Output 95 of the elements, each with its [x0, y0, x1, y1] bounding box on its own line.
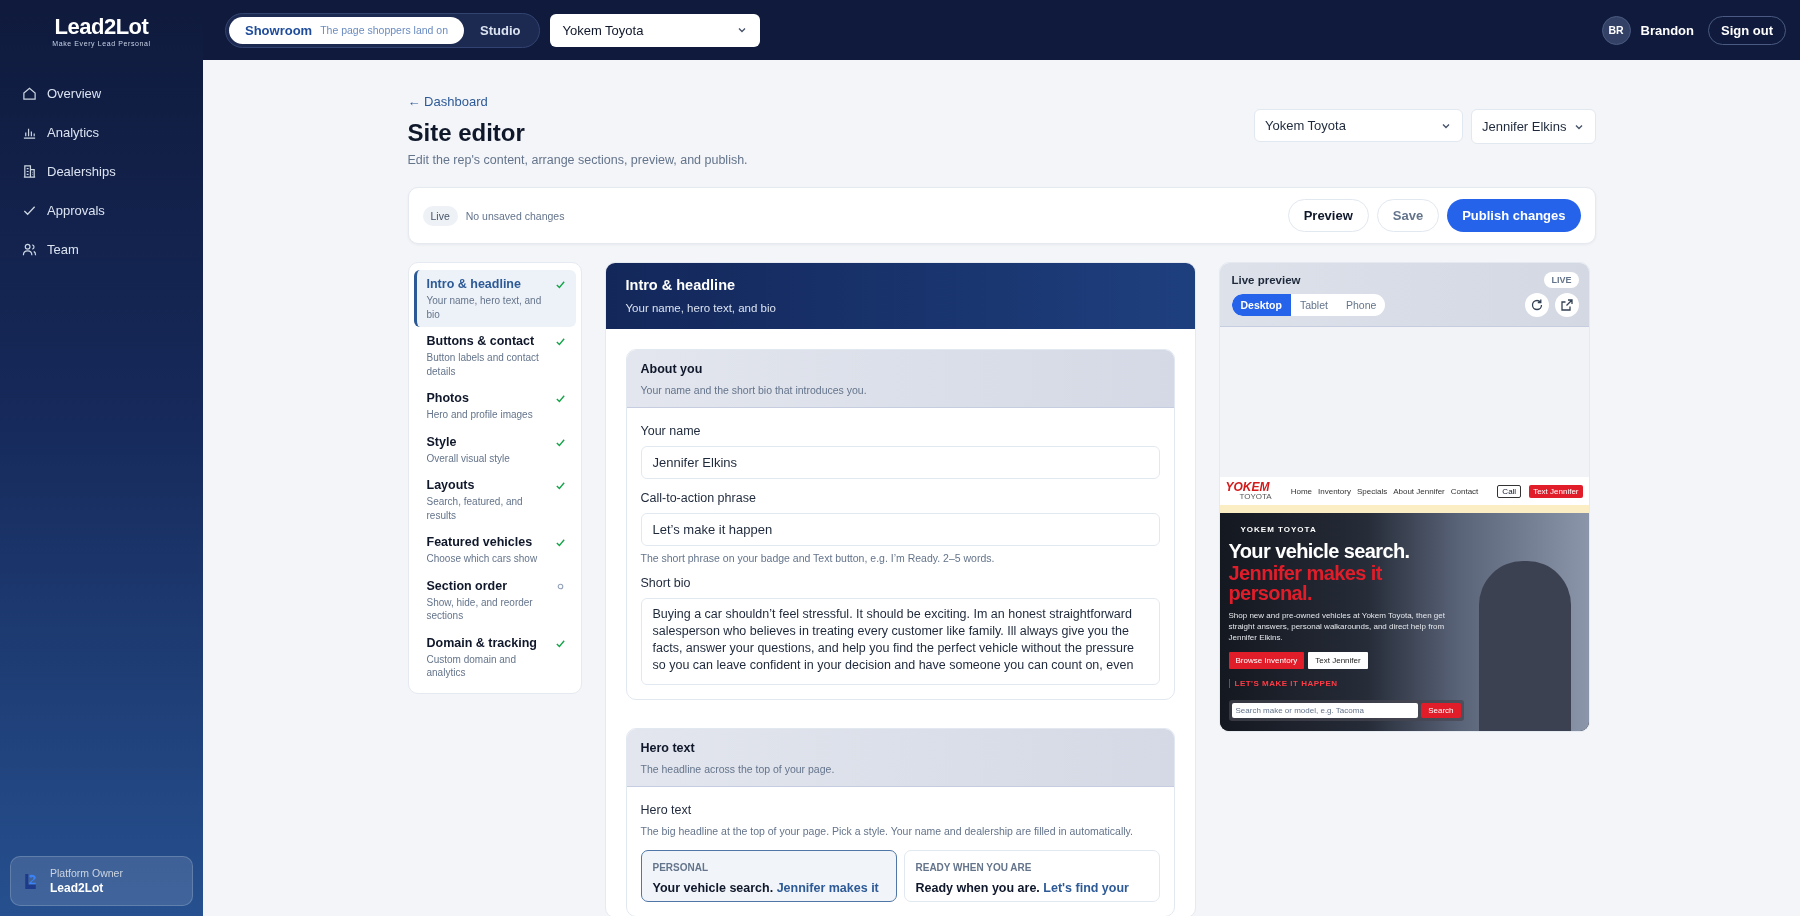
preview-title: Live preview: [1231, 274, 1301, 286]
save-button[interactable]: Save: [1376, 199, 1440, 232]
user-avatar[interactable]: BR: [1601, 15, 1631, 45]
section-item[interactable]: Style Overall visual style: [413, 427, 576, 471]
section-title: Layouts: [426, 478, 476, 492]
account-role: Platform Owner: [50, 867, 123, 879]
device-tab[interactable]: Phone: [1336, 294, 1386, 316]
field-label: Your name: [640, 424, 702, 438]
live-badge: LIVE: [1544, 272, 1579, 288]
logo-mark-icon: [23, 872, 38, 890]
user-name: Brandon: [1640, 22, 1694, 38]
section-title: Section order: [426, 578, 509, 593]
device-tab[interactable]: Tablet: [1290, 294, 1337, 316]
field-label: Short bio: [640, 576, 692, 590]
site-nav-link[interactable]: Contact: [1450, 486, 1479, 496]
preview-button[interactable]: Preview: [1287, 199, 1369, 232]
back-link[interactable]: ← Dashboard: [407, 94, 488, 109]
section-item[interactable]: Layouts Search, featured, and results: [413, 471, 576, 528]
refresh-icon: [1529, 298, 1544, 312]
section-item[interactable]: Intro & headline Your name, hero text, and bio: [413, 270, 576, 327]
section-item[interactable]: Featured vehicles Choose which cars show: [413, 528, 576, 572]
field-label: Call-to-action phrase: [640, 491, 757, 505]
field-help: The big headline at the top of your page. Pick a style. Your name and dealership are filled in automatically.: [640, 824, 1134, 837]
mode-tab[interactable]: Showroom The page shoppers land on: [229, 16, 465, 44]
refresh-button[interactable]: [1524, 293, 1549, 317]
hero-eyebrow: YOKEM TOYOTA: [1240, 525, 1318, 534]
brand-logo[interactable]: Lead2Lot: [54, 13, 149, 40]
section-title: Intro & headline: [426, 277, 522, 291]
section-title: Photos: [426, 391, 470, 405]
dealer-select[interactable]: Yokem Toyota: [550, 13, 761, 47]
rep-select[interactable]: Jennifer Elkins: [1470, 109, 1596, 144]
open-external-button[interactable]: [1554, 293, 1579, 317]
text-button[interactable]: Text Jennifer: [1529, 484, 1583, 498]
headline-option[interactable]: PERSONAL Your vehicle search. Jennifer makes it: [640, 849, 897, 902]
sidebar-item[interactable]: Team: [14, 236, 189, 263]
dealer-logo: YOKEM TOYOTA: [1225, 481, 1272, 501]
section-subtitle: Your name, hero text, and bio: [426, 294, 543, 321]
users-icon: [22, 242, 37, 257]
status-badge: Live: [422, 205, 458, 226]
site-nav-link[interactable]: Home: [1290, 486, 1312, 496]
hero-headline-accent: Jennifer makes it personal.: [1228, 563, 1384, 603]
search-field[interactable]: Search make or model, e.g. Tacoma: [1231, 702, 1419, 718]
status-text: No unsaved changes: [465, 209, 565, 222]
site-nav-link[interactable]: Specials: [1356, 486, 1388, 496]
section-title: Buttons & contact: [426, 334, 536, 348]
section-item[interactable]: Buttons & contact Button labels and contact details: [413, 327, 576, 384]
editor-title: Intro & headline: [625, 277, 737, 293]
section-subtitle: Hero and profile images: [426, 408, 533, 422]
sidebar-item[interactable]: Overview: [14, 80, 189, 107]
section-item[interactable]: Domain & tracking Custom domain and analytics: [413, 628, 576, 686]
name-field[interactable]: Jennifer Elkins: [640, 446, 1160, 479]
field-label: Hero text: [640, 802, 693, 817]
dealer-select[interactable]: Yokem Toyota: [1253, 109, 1463, 142]
section-subtitle: Custom domain and analytics: [426, 652, 517, 680]
account-name: Lead2Lot: [50, 881, 105, 895]
publish-button[interactable]: Publish changes: [1447, 199, 1581, 232]
cta-phrase: LET'S MAKE IT HAPPEN: [1228, 678, 1464, 688]
card-title: Hero text: [640, 740, 696, 755]
section-subtitle: Overall visual style: [426, 451, 510, 465]
field-help: The short phrase on your badge and Text button, e.g. I’m Ready. 2–5 words.: [640, 552, 996, 564]
section-item[interactable]: Section order Show, hide, and reorder sections: [413, 571, 576, 629]
account-card[interactable]: Platform Owner Lead2Lot: [10, 856, 193, 906]
search-button[interactable]: Search: [1421, 702, 1461, 718]
external-link-icon: [1559, 298, 1574, 312]
section-subtitle: Search, featured, and results: [426, 495, 524, 522]
page-subtitle: Edit the rep's content, arrange sections, preview, and publish.: [407, 153, 748, 167]
home-icon: [22, 86, 37, 101]
card-subtitle: Your name and the short bio that introduces you.: [640, 384, 868, 396]
section-subtitle: Choose which cars show: [426, 552, 538, 566]
hero-headline: Your vehicle search.: [1228, 540, 1411, 563]
text-button[interactable]: Text Jennifer: [1308, 651, 1368, 669]
bio-field[interactable]: Buying a car shouldn’t feel stressful. It should be exciting. Im an honest straightforward salesperson who believes in treating every customer like family. Ill always give you the facts, answer your questions, and help you find the perfect vehicle without the pressure so you can leave confident in your decision and have someone you can count on, even: [640, 598, 1160, 685]
sidebar-item[interactable]: Approvals: [14, 197, 189, 224]
section-subtitle: Button labels and contact details: [426, 351, 540, 378]
browse-button[interactable]: Browse Inventory: [1228, 651, 1305, 669]
site-nav-link[interactable]: About Jennifer: [1393, 486, 1445, 496]
sidebar-item[interactable]: Analytics: [14, 119, 189, 146]
site-nav-link[interactable]: Inventory: [1318, 486, 1351, 496]
section-title: Domain & tracking: [426, 635, 538, 650]
card-title: About you: [640, 362, 704, 376]
card-subtitle: The headline across the top of your page.: [640, 762, 836, 775]
sidebar-item[interactable]: Dealerships: [14, 158, 189, 185]
section-item[interactable]: Photos Hero and profile images: [413, 384, 576, 428]
cta-field[interactable]: Let’s make it happen: [640, 513, 1160, 546]
hero-intro: Shop new and pre-owned vehicles at Yokem Toyota, then get straight answers, personal walkarounds, and direct help from Jennifer Elkins.: [1228, 610, 1446, 644]
building-icon: [22, 164, 37, 179]
call-button[interactable]: Call: [1497, 484, 1522, 498]
section-title: Featured vehicles: [426, 535, 534, 549]
page-title: Site editor: [407, 119, 526, 147]
editor-subtitle: Your name, hero text, and bio: [625, 302, 777, 314]
headline-option[interactable]: READY WHEN YOU ARE Ready when you are. Let's find your: [903, 849, 1160, 902]
device-tab[interactable]: Desktop: [1231, 294, 1291, 316]
section-title: Style: [426, 434, 458, 449]
section-subtitle: Show, hide, and reorder sections: [426, 595, 534, 623]
mode-tab[interactable]: Studio: [464, 16, 537, 44]
